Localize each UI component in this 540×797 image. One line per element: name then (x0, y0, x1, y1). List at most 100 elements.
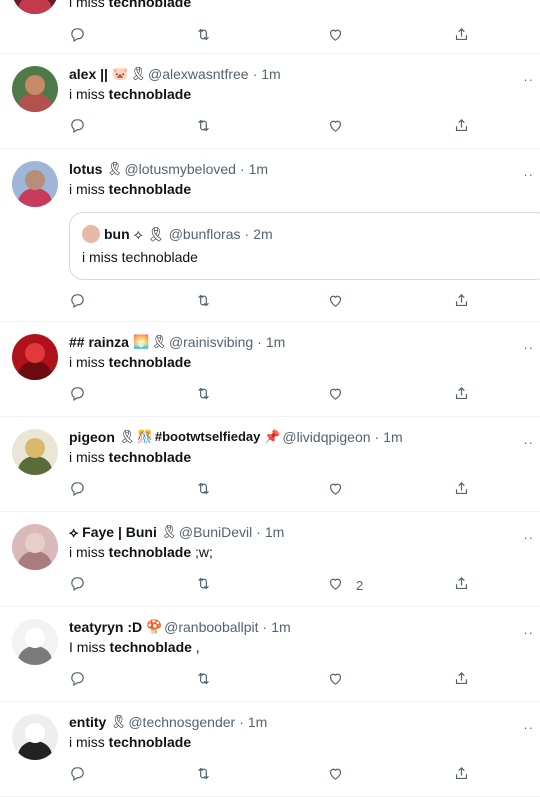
emoji-badge: 🎗 (150, 334, 168, 349)
more-options-icon[interactable]: ·· (523, 625, 534, 640)
retweet-button[interactable] (195, 765, 255, 785)
share-icon (453, 670, 470, 690)
avatar[interactable] (12, 524, 58, 570)
retweet-button[interactable] (195, 26, 255, 46)
avatar[interactable] (12, 714, 58, 760)
heart-icon (327, 670, 344, 690)
like-button[interactable] (327, 670, 387, 690)
timestamp[interactable]: 1m (271, 617, 290, 637)
tweet[interactable]: alex || 🐷 🎗 @alexwasntfree · 1m i miss te… (0, 54, 540, 149)
more-options-icon[interactable]: ·· (523, 167, 534, 182)
like-button[interactable] (327, 117, 387, 137)
share-icon (453, 385, 470, 405)
retweet-icon (195, 292, 212, 312)
emoji-badge: 🎗 (106, 161, 123, 176)
display-name[interactable]: lotus (69, 159, 102, 179)
retweet-button[interactable] (195, 670, 255, 690)
emoji-badge: 🐷 (111, 66, 129, 81)
timestamp[interactable]: 1m (261, 64, 280, 84)
retweet-button[interactable] (195, 292, 255, 312)
separator-dot: · (239, 714, 244, 730)
share-button[interactable] (453, 765, 513, 785)
avatar[interactable] (12, 429, 58, 475)
timestamp[interactable]: 1m (383, 427, 402, 447)
separator-dot: · (262, 619, 268, 635)
tweet[interactable]: lotus 🎗 @lotusmybeloved · 1m i miss tech… (0, 149, 540, 322)
user-handle[interactable]: @technosgender (128, 712, 235, 732)
display-name[interactable]: alex || (69, 64, 108, 84)
reply-icon (69, 26, 86, 46)
display-name[interactable]: ## rainza (69, 332, 129, 352)
tweet-text-pre: i miss (69, 354, 109, 370)
more-options-icon[interactable]: ·· (523, 720, 534, 735)
like-button[interactable] (327, 385, 387, 405)
like-button[interactable] (327, 765, 387, 785)
like-button[interactable] (327, 480, 387, 500)
display-name[interactable]: entity (69, 712, 106, 732)
user-handle[interactable]: @lividqpigeon (282, 427, 370, 447)
retweet-button[interactable] (195, 480, 255, 500)
emoji-badge: 🎗 (129, 66, 147, 81)
share-button[interactable] (453, 117, 513, 137)
avatar[interactable] (12, 66, 58, 112)
tweet[interactable]: i miss technoblade (0, 0, 540, 54)
heart-icon (327, 575, 344, 595)
share-button[interactable] (453, 385, 513, 405)
retweet-button[interactable] (195, 575, 255, 595)
tweet-text-bold: technoblade (108, 544, 192, 560)
user-handle[interactable]: @rainisvibing (169, 332, 253, 352)
timestamp[interactable]: 1m (266, 332, 285, 352)
share-button[interactable] (453, 292, 513, 312)
share-button[interactable] (453, 26, 513, 46)
user-handle[interactable]: @lotusmybeloved (124, 159, 236, 179)
share-button[interactable] (453, 480, 513, 500)
more-options-icon[interactable]: ·· (523, 530, 534, 545)
reply-button[interactable] (69, 117, 129, 137)
avatar[interactable] (12, 161, 58, 207)
timestamp[interactable]: 1m (248, 712, 267, 732)
reply-button[interactable] (69, 292, 129, 312)
like-button[interactable] (327, 292, 387, 312)
reply-button[interactable] (69, 670, 129, 690)
quoted-tweet[interactable]: bun ⟡ 🎗 @bunfloras · 2m i miss technobla… (69, 212, 540, 280)
avatar-figure (18, 0, 52, 14)
user-handle[interactable]: @alexwasntfree (148, 64, 249, 84)
reply-button[interactable] (69, 385, 129, 405)
tweet[interactable]: ## rainza 🌅 🎗 @rainisvibing · 1m i miss t… (0, 322, 540, 417)
more-options-icon[interactable]: ·· (523, 72, 534, 87)
display-name[interactable]: ⟡ Faye | Buni (69, 522, 157, 542)
reply-button[interactable] (69, 575, 129, 595)
timestamp[interactable]: 1m (265, 522, 284, 542)
more-options-icon[interactable]: ·· (523, 435, 534, 450)
reply-button[interactable] (69, 26, 129, 46)
retweet-button[interactable] (195, 117, 255, 137)
heart-icon (327, 117, 344, 137)
like-button[interactable]: 2 (327, 575, 387, 595)
tweet-header: lotus 🎗 @lotusmybeloved · 1m (69, 159, 534, 179)
tweet[interactable]: pigeon 🎗 🎊 #bootwtselfieday 📌 @lividqpigeon… (0, 417, 540, 512)
action-bar (69, 670, 540, 690)
reply-button[interactable] (69, 480, 129, 500)
retweet-icon (195, 480, 212, 500)
share-button[interactable] (453, 575, 513, 595)
share-button[interactable] (453, 670, 513, 690)
avatar[interactable] (12, 334, 58, 380)
timestamp[interactable]: 1m (249, 159, 268, 179)
retweet-button[interactable] (195, 385, 255, 405)
avatar[interactable] (12, 619, 58, 665)
retweet-icon (195, 385, 212, 405)
tweet[interactable]: entity 🎗 @technosgender · 1m i miss tech… (0, 702, 540, 797)
user-handle[interactable]: @ranbooballpit (164, 617, 258, 637)
display-name[interactable]: teatyryn :D (69, 617, 142, 637)
reply-button[interactable] (69, 765, 129, 785)
avatar-face (25, 438, 45, 458)
like-button[interactable] (327, 26, 387, 46)
reply-icon (69, 765, 86, 785)
user-handle[interactable]: @BuniDevil (179, 522, 252, 542)
action-bar (69, 385, 540, 405)
tweet[interactable]: ⟡ Faye | Buni 🎗 @BuniDevil · 1m i miss t… (0, 512, 540, 607)
avatar[interactable] (12, 0, 58, 14)
display-name[interactable]: pigeon (69, 427, 115, 447)
tweet[interactable]: teatyryn :D 🍄 @ranbooballpit · 1m I miss… (0, 607, 540, 702)
more-options-icon[interactable]: ·· (523, 340, 534, 355)
